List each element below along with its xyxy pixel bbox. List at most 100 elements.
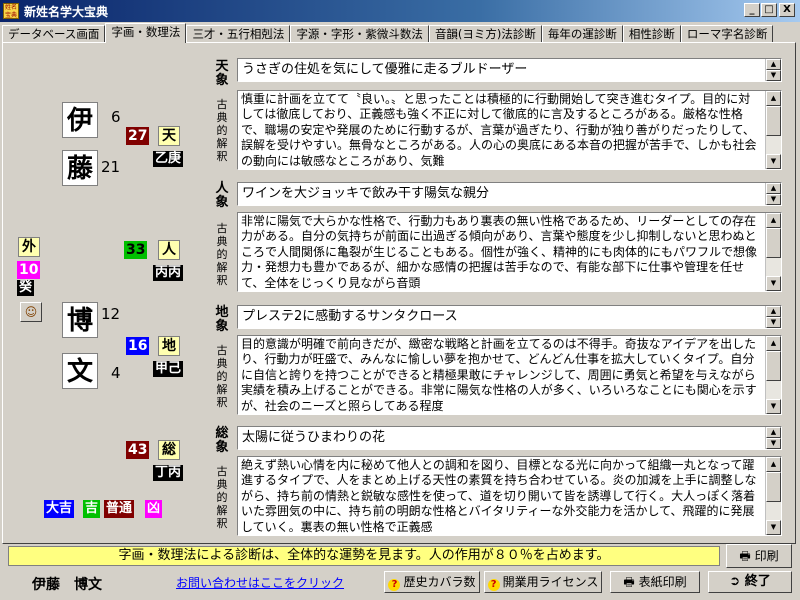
so-summary-scrollbar[interactable]: ▲ ▼: [765, 427, 781, 449]
ten-summary-scrollbar[interactable]: ▲ ▼: [765, 59, 781, 81]
scroll-thumb[interactable]: [766, 472, 781, 502]
person-icon[interactable]: ☺: [20, 302, 42, 322]
scroll-down-icon[interactable]: ▼: [766, 154, 781, 169]
jin-kaku-label: 人: [158, 240, 180, 260]
help-icon: ?: [388, 579, 401, 591]
history-kabbalah-button[interactable]: ? 歴史カバラ数: [384, 571, 480, 593]
exit-label: 終了: [744, 574, 771, 589]
jin-classic-text-field[interactable]: 非常に陽気で大らかな性格で、行動力もあり裏表の無い性格であるため、リーダーとして…: [237, 212, 782, 292]
scroll-down-icon[interactable]: ▼: [766, 438, 781, 449]
scroll-down-icon[interactable]: ▼: [766, 317, 781, 328]
tab-onin[interactable]: 音韻(ヨミ方)法診断: [428, 25, 542, 43]
scroll-up-icon[interactable]: ▲: [766, 91, 781, 106]
chi-kaku-label: 地: [158, 336, 180, 356]
scroll-up-icon[interactable]: ▲: [766, 213, 781, 228]
ten-text-scrollbar[interactable]: ▲ ▼: [765, 91, 781, 169]
chi-summary-text: プレステ2に感動するサンタクロース: [242, 309, 458, 324]
ten-summary-field[interactable]: うさぎの住処を気にして優雅に走るブルドーザー ▲ ▼: [237, 58, 782, 82]
app-icon: 姓名宝典: [3, 3, 19, 19]
scroll-up-icon[interactable]: ▲: [766, 336, 781, 351]
business-license-label: 開業用ライセンス: [502, 575, 599, 589]
surname-char-1-strokes: 6: [111, 108, 121, 126]
chi-summary-scrollbar[interactable]: ▲ ▼: [765, 306, 781, 328]
scroll-down-icon[interactable]: ▼: [766, 70, 781, 81]
chi-section-label: 地象: [215, 305, 229, 334]
given-char-1[interactable]: 博: [62, 302, 98, 338]
surname-char-1[interactable]: 伊: [62, 102, 98, 138]
scroll-thumb[interactable]: [766, 106, 781, 136]
title-bar[interactable]: 姓名宝典 新姓名学大宝典 _ □ X: [0, 0, 800, 22]
help-icon: ?: [487, 579, 500, 591]
chi-classic-text: 目的意識が明確で前向きだが、緻密な戦略と計画を立てるのは不得手。奇抜なアイデアを…: [241, 337, 757, 413]
chi-text-scrollbar[interactable]: ▲ ▼: [765, 336, 781, 414]
surname-char-2-strokes: 21: [101, 158, 121, 176]
scroll-down-icon[interactable]: ▼: [766, 520, 781, 535]
tab-sansai-gogyo[interactable]: 三才・五行相剋法: [186, 25, 291, 43]
jin-kaku-value: 33: [124, 241, 148, 259]
jin-summary-text: ワインを大ジョッキで飲み干す陽気な親分: [242, 186, 490, 201]
jin-classic-label: 古典的解釈: [216, 222, 228, 287]
so-section-label: 総象: [215, 426, 229, 455]
contact-link[interactable]: お問い合わせはここをクリック: [176, 574, 344, 591]
so-classic-text: 絶えず熱い心情を内に秘めて他人との調和を図り、目標となる光に向かって組織一丸とな…: [241, 458, 757, 534]
tab-compatibility[interactable]: 相性診断: [622, 25, 681, 43]
given-char-1-strokes: 12: [101, 305, 121, 323]
scroll-up-icon[interactable]: ▲: [766, 427, 781, 438]
tab-romaji[interactable]: ローマ字名診断: [680, 25, 774, 43]
ten-kaku-value: 27: [126, 127, 150, 145]
so-classic-label: 古典的解釈: [216, 465, 228, 530]
business-license-button[interactable]: ? 開業用ライセンス: [484, 571, 602, 593]
chi-summary-field[interactable]: プレステ2に感動するサンタクロース ▲ ▼: [237, 305, 782, 329]
so-summary-field[interactable]: 太陽に従うひまわりの花 ▲ ▼: [237, 426, 782, 450]
exit-button[interactable]: ➲ 終了: [708, 571, 792, 593]
printer-icon: 🖶: [739, 549, 755, 563]
cover-print-button[interactable]: 🖶 表紙印刷: [610, 571, 700, 593]
close-button[interactable]: X: [779, 3, 795, 17]
exit-icon: ➲: [729, 574, 745, 589]
scroll-thumb[interactable]: [766, 228, 781, 258]
printer-icon: 🖶: [623, 575, 639, 589]
given-char-2-strokes: 4: [111, 364, 121, 382]
given-char-2[interactable]: 文: [62, 353, 98, 389]
legend-kichi: 吉: [83, 500, 101, 518]
gai-kaku-label: 外: [18, 237, 40, 257]
ten-section-label: 天象: [215, 59, 229, 88]
chi-classic-text-field[interactable]: 目的意識が明確で前向きだが、緻密な戦略と計画を立てるのは不得手。奇抜なアイデアを…: [237, 335, 782, 415]
scroll-up-icon[interactable]: ▲: [766, 59, 781, 70]
print-button-label: 印刷: [754, 549, 779, 563]
scroll-thumb[interactable]: [766, 351, 781, 381]
scroll-down-icon[interactable]: ▼: [766, 399, 781, 414]
ten-classic-text: 慎重に計画を立てて〝良い。〟と思ったことは積極的に行動開始して突き進むタイプ。目…: [241, 92, 757, 168]
scroll-down-icon[interactable]: ▼: [766, 194, 781, 205]
surname-char-2[interactable]: 藤: [62, 150, 98, 186]
footer-person-name: 伊藤 博文: [32, 577, 102, 593]
window-title: 新姓名学大宝典: [24, 5, 109, 19]
scroll-up-icon[interactable]: ▲: [766, 306, 781, 317]
so-classic-text-field[interactable]: 絶えず熱い心情を内に秘めて他人との調和を図り、目標となる光に向かって組織一丸とな…: [237, 456, 782, 536]
so-kaku-value: 43: [126, 441, 150, 459]
scroll-down-icon[interactable]: ▼: [766, 276, 781, 291]
ten-kaku-eto: 乙庚: [153, 151, 184, 167]
jin-summary-field[interactable]: ワインを大ジョッキで飲み干す陽気な親分 ▲ ▼: [237, 182, 782, 206]
chi-kaku-eto: 甲己: [153, 361, 184, 377]
jin-kaku-eto: 丙丙: [153, 265, 184, 281]
tab-database[interactable]: データベース画面: [2, 25, 106, 43]
so-summary-text: 太陽に従うひまわりの花: [242, 430, 386, 445]
scroll-up-icon[interactable]: ▲: [766, 183, 781, 194]
print-button[interactable]: 🖶 印刷: [726, 544, 792, 568]
chi-classic-label: 古典的解釈: [216, 344, 228, 409]
ten-classic-text-field[interactable]: 慎重に計画を立てて〝良い。〟と思ったことは積極的に行動開始して突き進むタイプ。目…: [237, 90, 782, 170]
so-text-scrollbar[interactable]: ▲ ▼: [765, 457, 781, 535]
minimize-button[interactable]: _: [744, 3, 760, 17]
tab-stroke-numerology[interactable]: 字画・数理法: [105, 23, 187, 43]
legend-futsu: 普通: [104, 500, 135, 518]
jin-summary-scrollbar[interactable]: ▲ ▼: [765, 183, 781, 205]
tab-yearly-fortune[interactable]: 毎年の運診断: [541, 25, 623, 43]
maximize-button[interactable]: □: [761, 3, 777, 17]
history-kabbalah-label: 歴史カバラ数: [403, 575, 476, 589]
tab-jigen-jikei[interactable]: 字源・字形・紫微斗数法: [290, 25, 429, 43]
cover-print-label: 表紙印刷: [638, 575, 687, 589]
jin-text-scrollbar[interactable]: ▲ ▼: [765, 213, 781, 291]
scroll-up-icon[interactable]: ▲: [766, 457, 781, 472]
legend-daikichi: 大吉: [44, 500, 75, 518]
